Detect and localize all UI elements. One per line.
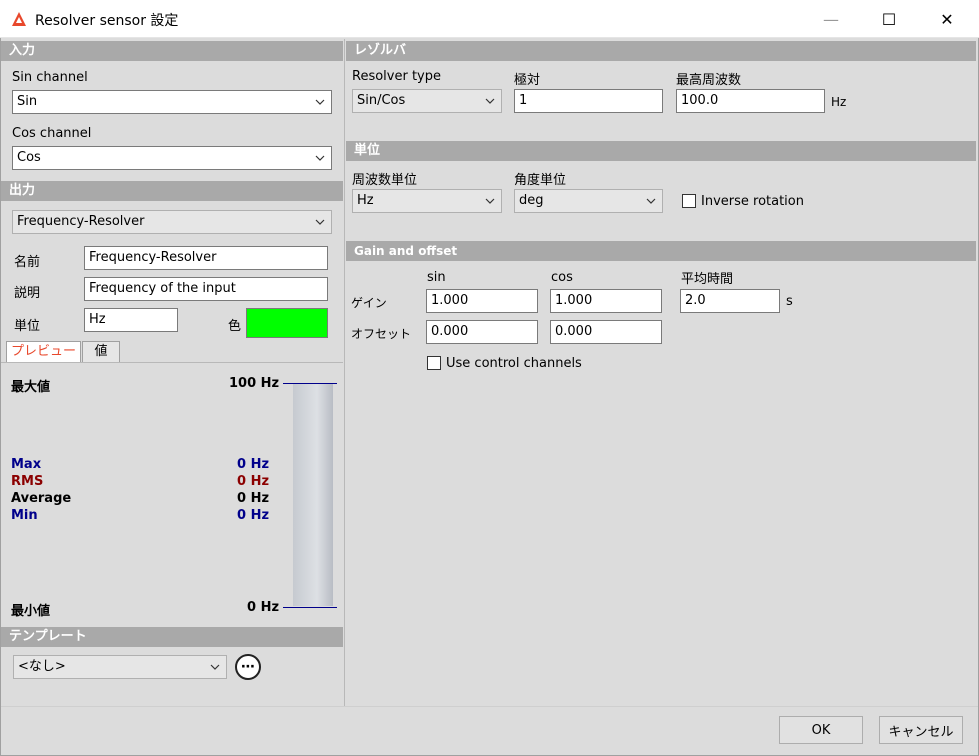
sin-channel-dropdown[interactable]: Sin bbox=[12, 90, 332, 114]
max-frequency-field[interactable]: 100.0 bbox=[676, 89, 825, 113]
footer-separator bbox=[1, 706, 978, 707]
stat-max-label: Max bbox=[11, 457, 42, 472]
gain-sin-field[interactable]: 1.000 bbox=[426, 289, 538, 313]
preview-min-value: 0 Hz bbox=[247, 600, 280, 615]
maximize-button[interactable]: ☐ bbox=[866, 0, 912, 38]
resolver-type-dropdown[interactable]: Sin/Cos bbox=[352, 89, 502, 113]
chevron-down-icon bbox=[313, 211, 327, 233]
cos-channel-value: Cos bbox=[17, 150, 41, 165]
resolver-section-header: レゾルバ bbox=[346, 41, 976, 61]
name-label: 名前 bbox=[14, 255, 41, 270]
cos-channel-label: Cos channel bbox=[12, 126, 92, 141]
angle-unit-value: deg bbox=[519, 193, 544, 208]
template-dropdown[interactable]: <なし> bbox=[13, 655, 227, 679]
chevron-down-icon bbox=[208, 656, 222, 678]
preview-min-line bbox=[283, 607, 337, 608]
description-field[interactable]: Frequency of the input bbox=[84, 277, 328, 301]
units-section-header: 単位 bbox=[346, 141, 976, 161]
preview-max-label: 最大値 bbox=[11, 380, 51, 395]
preview-max-value: 100 Hz bbox=[229, 376, 280, 391]
gain-offset-section-header: Gain and offset bbox=[346, 241, 976, 261]
ok-button[interactable]: OK bbox=[779, 716, 863, 744]
stat-max-value: 0 Hz bbox=[237, 457, 270, 472]
stat-min-label: Min bbox=[11, 508, 38, 523]
name-field[interactable]: Frequency-Resolver bbox=[84, 246, 328, 270]
cos-channel-dropdown[interactable]: Cos bbox=[12, 146, 332, 170]
cancel-button[interactable]: キャンセル bbox=[879, 716, 963, 744]
angle-unit-dropdown[interactable]: deg bbox=[514, 189, 663, 213]
averaging-time-label: 平均時間 bbox=[681, 272, 734, 287]
offset-cos-field[interactable]: 0.000 bbox=[550, 320, 662, 344]
frequency-unit-value: Hz bbox=[357, 193, 374, 208]
gain-cos-field[interactable]: 1.000 bbox=[550, 289, 662, 313]
inverse-rotation-label: Inverse rotation bbox=[701, 194, 804, 209]
window-title: Resolver sensor 設定 bbox=[35, 13, 179, 29]
frequency-unit-label: 周波数単位 bbox=[352, 173, 418, 188]
output-section-header: 出力 bbox=[1, 181, 343, 201]
more-options-icon[interactable]: ⋯ bbox=[235, 654, 261, 680]
color-label: 色 bbox=[228, 319, 242, 334]
preview-min-label: 最小値 bbox=[11, 604, 51, 619]
angle-unit-label: 角度単位 bbox=[514, 173, 567, 188]
unit-field[interactable]: Hz bbox=[84, 308, 178, 332]
stat-rms-value: 0 Hz bbox=[237, 474, 270, 489]
stat-average-label: Average bbox=[11, 491, 72, 506]
input-section-header: 入力 bbox=[1, 41, 343, 61]
averaging-time-field[interactable]: 2.0 bbox=[680, 289, 780, 313]
output-channel-dropdown[interactable]: Frequency-Resolver bbox=[12, 210, 332, 234]
sin-channel-label: Sin channel bbox=[12, 70, 88, 85]
max-frequency-unit: Hz bbox=[831, 95, 847, 109]
preview-bar-gauge bbox=[293, 384, 333, 606]
max-frequency-label: 最高周波数 bbox=[676, 73, 742, 88]
tab-values[interactable]: 値 bbox=[82, 341, 120, 363]
chevron-down-icon bbox=[644, 190, 658, 212]
use-control-channels-label: Use control channels bbox=[446, 356, 582, 371]
close-button[interactable]: ✕ bbox=[924, 0, 970, 38]
offset-sin-field[interactable]: 0.000 bbox=[426, 320, 538, 344]
chevron-down-icon bbox=[483, 90, 497, 112]
tab-preview[interactable]: プレビュー bbox=[6, 341, 81, 364]
offset-label: オフセット bbox=[351, 327, 412, 341]
gain-label: ゲイン bbox=[351, 296, 387, 310]
chevron-down-icon bbox=[313, 91, 327, 113]
panel-divider bbox=[344, 39, 345, 706]
template-value: <なし> bbox=[18, 659, 66, 674]
description-label: 説明 bbox=[14, 286, 41, 301]
averaging-time-unit: s bbox=[786, 294, 793, 309]
stat-rms-label: RMS bbox=[11, 474, 44, 489]
chevron-down-icon bbox=[313, 147, 327, 169]
pole-pairs-field[interactable]: 1 bbox=[514, 89, 663, 113]
unit-label: 単位 bbox=[14, 319, 41, 334]
use-control-channels-checkbox[interactable] bbox=[427, 356, 441, 370]
tab-values-label: 値 bbox=[94, 344, 108, 359]
title-bar: Resolver sensor 設定 — ☐ ✕ bbox=[0, 0, 979, 38]
resolver-type-value: Sin/Cos bbox=[357, 93, 406, 108]
resolver-type-label: Resolver type bbox=[352, 69, 441, 84]
color-swatch[interactable] bbox=[246, 308, 328, 338]
cos-column-label: cos bbox=[551, 270, 573, 285]
pole-pairs-label: 極対 bbox=[514, 73, 541, 88]
sin-column-label: sin bbox=[427, 270, 446, 285]
stat-min-value: 0 Hz bbox=[237, 508, 270, 523]
frequency-unit-dropdown[interactable]: Hz bbox=[352, 189, 502, 213]
template-section-header: テンプレート bbox=[1, 627, 343, 647]
tab-preview-label: プレビュー bbox=[10, 344, 76, 359]
minimize-button[interactable]: — bbox=[808, 0, 854, 38]
triangle-logo-icon bbox=[11, 11, 27, 27]
sin-channel-value: Sin bbox=[17, 94, 38, 109]
inverse-rotation-checkbox[interactable] bbox=[682, 194, 696, 208]
chevron-down-icon bbox=[483, 190, 497, 212]
stat-average-value: 0 Hz bbox=[237, 491, 270, 506]
output-channel-value: Frequency-Resolver bbox=[17, 214, 145, 229]
preview-panel bbox=[1, 362, 343, 617]
